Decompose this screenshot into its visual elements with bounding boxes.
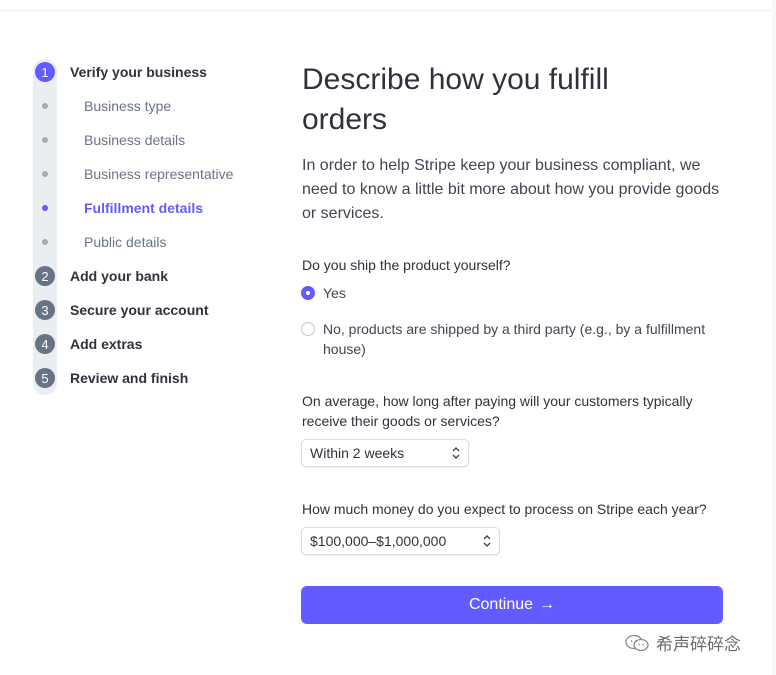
- substep-dot: [42, 171, 48, 177]
- substep-public-details[interactable]: Public details: [33, 232, 167, 252]
- annual-volume-select[interactable]: $100,000–$1,000,000: [301, 527, 500, 555]
- watermark-text: 希声碎碎念: [656, 635, 741, 654]
- chevron-updown-icon: [452, 447, 460, 459]
- page-title: Describe how you fulfill orders: [302, 63, 609, 136]
- radio-button[interactable]: [301, 322, 315, 336]
- radio-option-yes[interactable]: Yes: [301, 283, 346, 303]
- select-value: Within 2 weeks: [310, 445, 405, 461]
- substep-label: Business representative: [84, 166, 234, 182]
- substep-label: Business details: [84, 132, 186, 148]
- substep-business-details[interactable]: Business details: [33, 130, 185, 150]
- substep-fulfillment-details[interactable]: Fulfillment details: [33, 198, 203, 218]
- main-panel: Describe how you fulfill orders In order…: [302, 60, 742, 226]
- step-label: Add extras: [70, 336, 143, 352]
- continue-button[interactable]: Continue →: [301, 586, 723, 624]
- arrow-right-icon: →: [539, 596, 556, 613]
- substep-dot: [42, 103, 48, 109]
- radio-label: No, products are shipped by a third part…: [323, 321, 706, 357]
- step-label: Add your bank: [70, 268, 169, 284]
- step-secure-account[interactable]: 3 Secure your account: [33, 297, 209, 323]
- step-label: Review and finish: [70, 370, 189, 386]
- step-add-bank[interactable]: 2 Add your bank: [33, 263, 168, 289]
- substep-label: Fulfillment details: [84, 200, 204, 216]
- substep-label: Business type: [84, 98, 172, 114]
- step-number-badge: 5: [35, 368, 55, 388]
- radio-label: Yes: [323, 285, 346, 301]
- step-label: Secure your account: [70, 302, 209, 318]
- substep-business-type[interactable]: Business type: [33, 96, 171, 116]
- chevron-updown-icon: [483, 535, 491, 547]
- step-label: Verify your business: [70, 64, 207, 80]
- select-value: $100,000–$1,000,000: [310, 533, 447, 549]
- question-annual-volume: How much money do you expect to process …: [302, 501, 707, 517]
- substep-business-representative[interactable]: Business representative: [33, 164, 233, 184]
- continue-label: Continue: [468, 596, 534, 613]
- step-review-finish[interactable]: 5 Review and finish: [33, 365, 188, 391]
- substep-dot: [42, 137, 48, 143]
- step-number-badge: 2: [35, 266, 55, 286]
- step-number-badge: 1: [35, 62, 55, 82]
- watermark: 希声碎碎念: [624, 630, 741, 655]
- question-ship-yourself: Do you ship the product yourself?: [302, 257, 511, 273]
- top-divider: [0, 10, 776, 11]
- radio-option-third-party[interactable]: No, products are shipped by a third part…: [301, 319, 721, 359]
- step-add-extras[interactable]: 4 Add extras: [33, 331, 142, 357]
- substep-label: Public details: [84, 234, 167, 250]
- substep-dot: [42, 239, 48, 245]
- delivery-time-select[interactable]: Within 2 weeks: [301, 439, 469, 467]
- step-number-badge: 4: [35, 334, 55, 354]
- substep-dot: [42, 205, 48, 211]
- page-intro: In order to help Stripe keep your busine…: [302, 157, 720, 222]
- scrollbar-track[interactable]: [772, 0, 776, 675]
- step-number-badge: 3: [35, 300, 55, 320]
- question-delivery-time: On average, how long after paying will y…: [302, 393, 693, 429]
- wechat-icon: [625, 634, 649, 651]
- radio-button-checked[interactable]: [301, 286, 315, 300]
- step-verify-business[interactable]: 1 Verify your business: [33, 59, 207, 85]
